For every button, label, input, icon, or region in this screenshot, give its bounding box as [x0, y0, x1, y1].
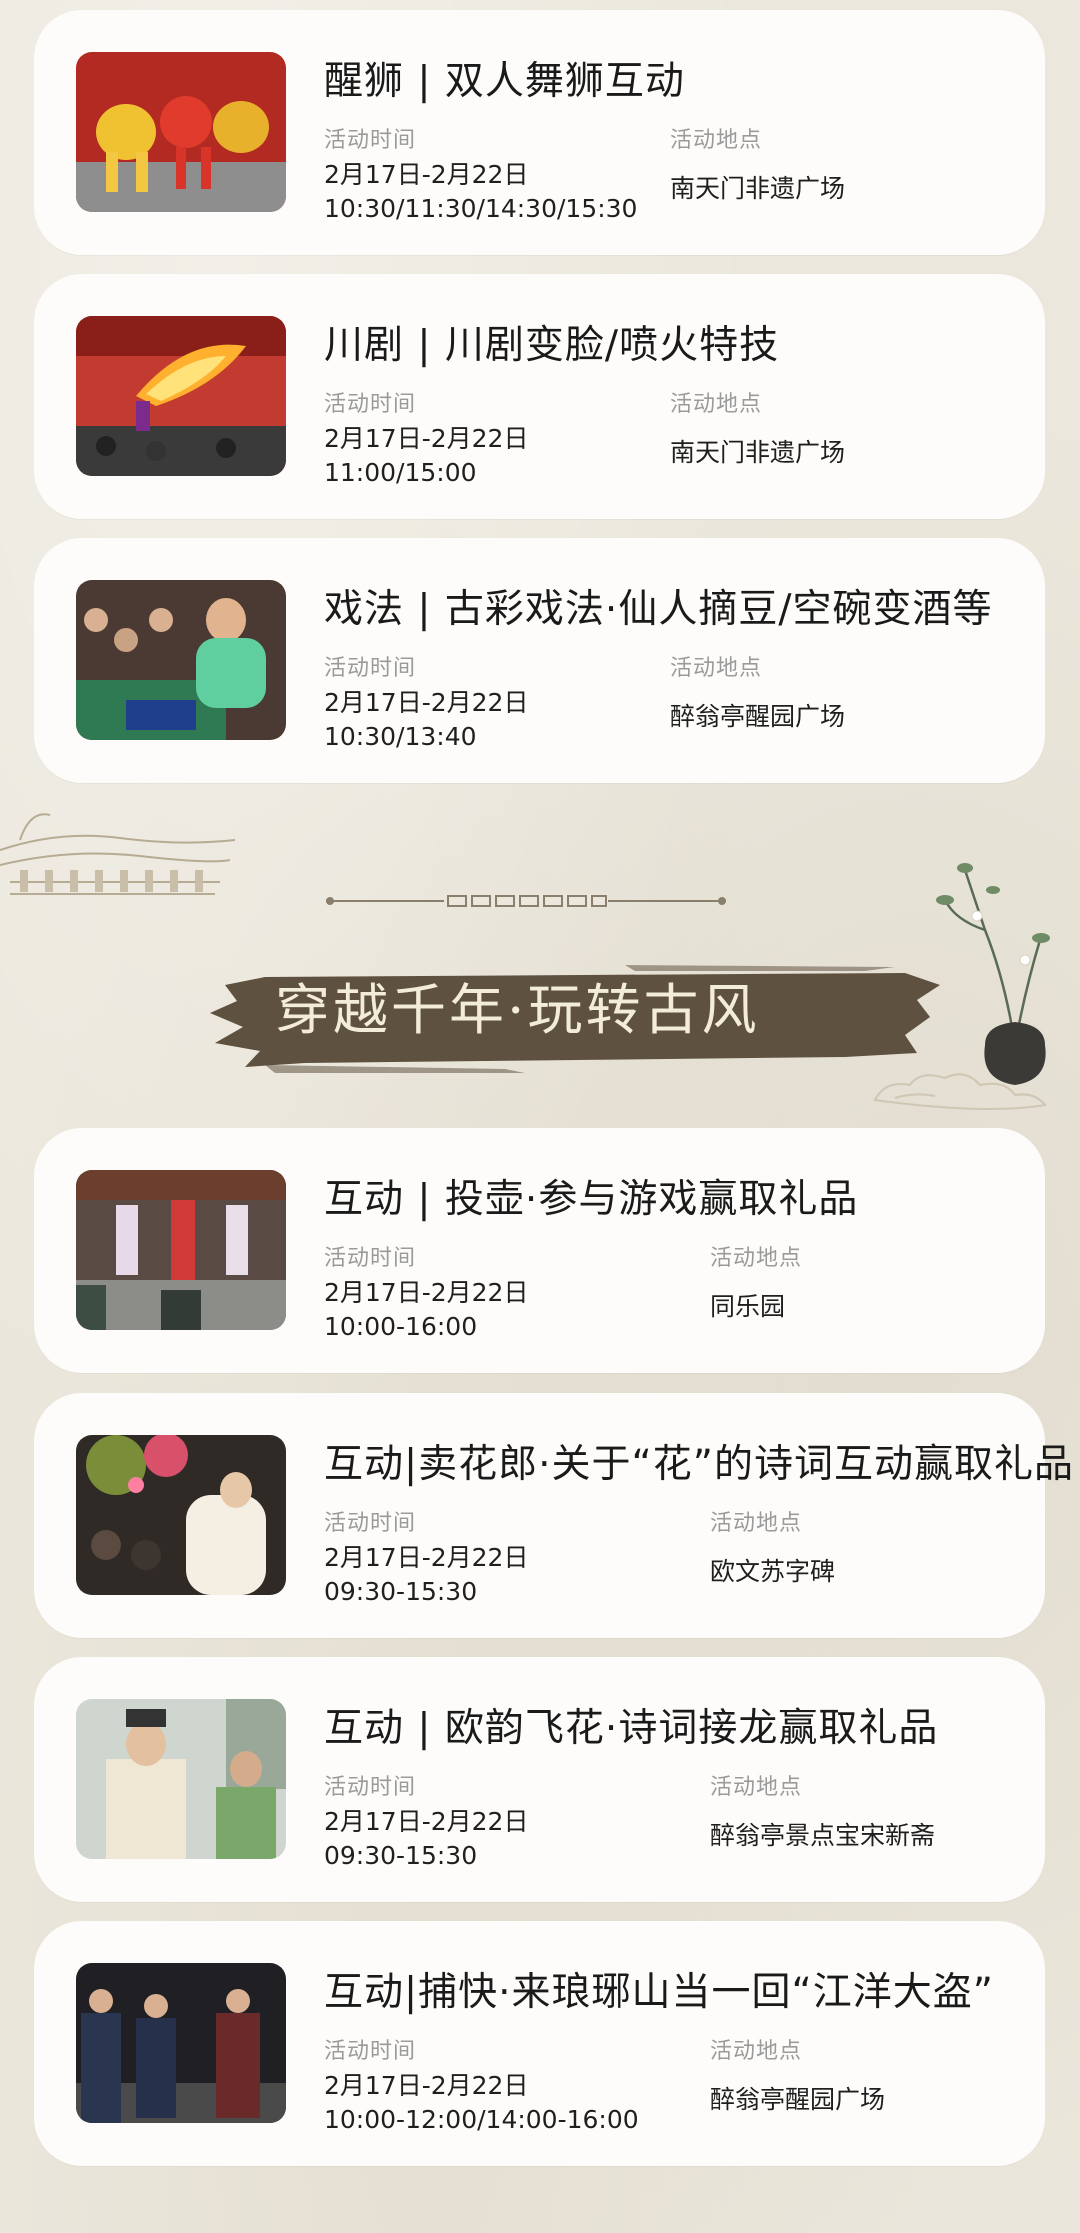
time-label: 活动时间: [324, 2039, 417, 2064]
time-label: 活动时间: [324, 128, 417, 153]
activity-date: 2月17日-2月22日: [324, 1807, 529, 1836]
activity-title: 川剧 | 川剧变脸/喷火特技: [324, 323, 780, 368]
activity-date: 2月17日-2月22日: [324, 688, 529, 717]
activity-title: 互动|卖花郎·关于“花”的诗词互动赢取礼品: [324, 1442, 1074, 1487]
activity-card-1[interactable]: 醒狮 | 双人舞狮互动 活动时间 2月17日-2月22日 10:30/11:30…: [34, 10, 1045, 255]
vase-plant-illustration: [873, 863, 1050, 1110]
activity-location: 醉翁亭景点宝宋新斋: [710, 1821, 936, 1850]
activity-card-4[interactable]: 互动 | 投壶·参与游戏赢取礼品 活动时间 2月17日-2月22日 10:00-…: [34, 1128, 1045, 1373]
touhu-game-photo: [76, 1170, 286, 1330]
time-label: 活动时间: [324, 656, 417, 681]
activity-card-2[interactable]: 川剧 | 川剧变脸/喷火特技 活动时间 2月17日-2月22日 11:00/15…: [34, 274, 1045, 519]
time-label: 活动时间: [324, 1246, 417, 1271]
ancient-roof-illustration: [0, 813, 236, 895]
activity-location: 欧文苏字碑: [710, 1557, 836, 1586]
ornamental-divider: [326, 894, 726, 908]
activity-hours: 09:30-15:30: [324, 1841, 478, 1870]
activity-title: 互动 | 欧韵飞花·诗词接龙赢取礼品: [324, 1706, 939, 1751]
activity-title: 互动|捕快·来琅琊山当一回“江洋大盗”: [324, 1970, 994, 2015]
location-label: 活动地点: [670, 392, 763, 417]
location-label: 活动地点: [710, 1246, 803, 1271]
location-label: 活动地点: [710, 1511, 803, 1536]
activity-hours: 09:30-15:30: [324, 1577, 478, 1606]
location-label: 活动地点: [710, 2039, 803, 2064]
activity-date: 2月17日-2月22日: [324, 1278, 529, 1307]
location-label: 活动地点: [670, 128, 763, 153]
activity-date: 2月17日-2月22日: [324, 424, 529, 453]
lion-dance-photo: [76, 52, 286, 212]
activity-location: 醉翁亭醒园广场: [670, 702, 846, 731]
constable-roleplay-photo: [76, 1963, 286, 2123]
activity-title: 互动 | 投壶·参与游戏赢取礼品: [324, 1177, 859, 1222]
activity-location: 南天门非遗广场: [670, 438, 846, 467]
magic-show-photo: [76, 580, 286, 740]
activity-date: 2月17日-2月22日: [324, 2071, 529, 2100]
location-label: 活动地点: [670, 656, 763, 681]
sichuan-opera-fire-photo: [76, 316, 286, 476]
time-label: 活动时间: [324, 1775, 417, 1800]
activity-card-3[interactable]: 戏法 | 古彩戏法·仙人摘豆/空碗变酒等 活动时间 2月17日-2月22日 10…: [34, 538, 1045, 783]
activity-title: 醒狮 | 双人舞狮互动: [324, 59, 685, 104]
activity-title: 戏法 | 古彩戏法·仙人摘豆/空碗变酒等: [324, 587, 993, 632]
activity-date: 2月17日-2月22日: [324, 1543, 529, 1572]
activity-hours: 11:00/15:00: [324, 458, 477, 487]
flower-seller-photo: [76, 1435, 286, 1595]
activity-hours: 10:00-12:00/14:00-16:00: [324, 2105, 639, 2134]
location-label: 活动地点: [710, 1775, 803, 1800]
activity-date: 2月17日-2月22日: [324, 160, 529, 189]
activity-card-7[interactable]: 互动|捕快·来琅琊山当一回“江洋大盗” 活动时间 2月17日-2月22日 10:…: [34, 1921, 1045, 2166]
poetry-relay-photo: [76, 1699, 286, 1859]
activity-hours: 10:00-16:00: [324, 1312, 478, 1341]
section-banner-title: 穿越千年·玩转古风: [275, 978, 760, 1042]
time-label: 活动时间: [324, 1511, 417, 1536]
activity-location: 同乐园: [710, 1292, 786, 1321]
activity-card-5[interactable]: 互动|卖花郎·关于“花”的诗词互动赢取礼品 活动时间 2月17日-2月22日 0…: [34, 1393, 1073, 1638]
activity-hours: 10:30/13:40: [324, 722, 477, 751]
activity-location: 南天门非遗广场: [670, 174, 846, 203]
activity-hours: 10:30/11:30/14:30/15:30: [324, 194, 638, 223]
activity-location: 醉翁亭醒园广场: [710, 2085, 886, 2114]
time-label: 活动时间: [324, 392, 417, 417]
activity-card-6[interactable]: 互动 | 欧韵飞花·诗词接龙赢取礼品 活动时间 2月17日-2月22日 09:3…: [34, 1657, 1045, 1902]
